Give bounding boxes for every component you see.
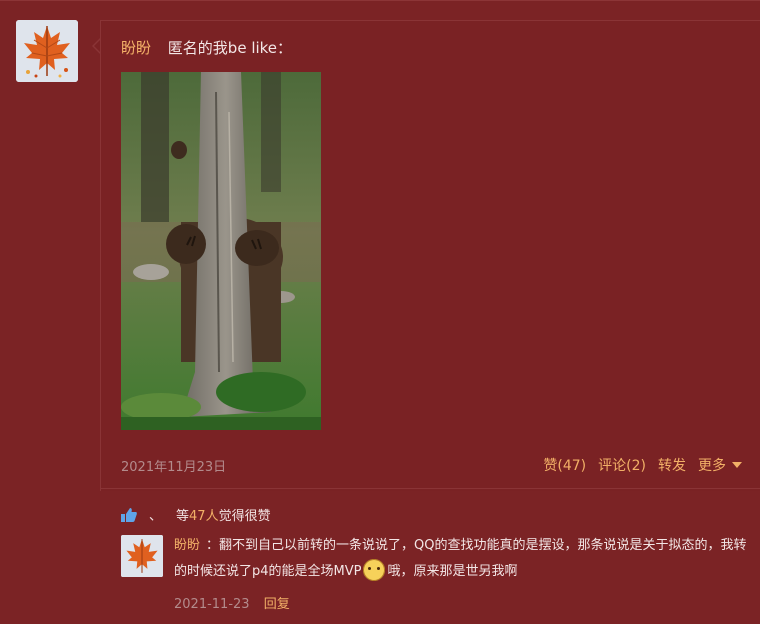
post-image[interactable] <box>121 72 321 430</box>
tiger-emoji-icon <box>363 559 386 581</box>
top-border <box>0 0 760 1</box>
comment-author-name[interactable]: 盼盼 <box>174 538 200 553</box>
likes-separator: 、 <box>149 509 163 524</box>
comment-body: 盼盼 ：翻不到自己以前转的一条说说了，QQ的查找功能真的是摆设，那条说说是关于拟态… <box>174 533 754 585</box>
card-caret-inner <box>94 40 100 52</box>
comment-button[interactable]: 评论(2) <box>598 455 646 475</box>
bear-behind-tree-photo <box>121 72 321 430</box>
post-author-name[interactable]: 盼盼 <box>121 39 151 57</box>
chevron-down-icon <box>732 462 742 468</box>
share-button[interactable]: 转发 <box>658 455 686 475</box>
post-text: 匿名的我be like： <box>167 39 293 57</box>
comment-text-part2: 哦，原来那是世另我啊 <box>387 564 518 579</box>
divider <box>101 488 760 489</box>
like-button[interactable]: 赞(47) <box>543 455 586 475</box>
post-date: 2021年11月23日 <box>121 460 227 475</box>
likes-prefix: 等 <box>176 509 190 524</box>
commenter-avatar[interactable] <box>121 535 163 577</box>
likes-count[interactable]: 47人 <box>189 505 219 524</box>
more-label: 更多 <box>698 458 726 474</box>
comment-meta: 2021-11-23 回复 <box>174 593 290 612</box>
likes-suffix: 觉得很赞 <box>218 509 271 524</box>
more-button[interactable]: 更多 <box>698 455 742 475</box>
post-actions: 赞(47) 评论(2) 转发 更多 <box>543 455 742 475</box>
comment-date: 2021-11-23 <box>174 597 250 612</box>
likes-summary: 、 等 47人 觉得很赞 <box>121 505 271 524</box>
reply-button[interactable]: 回复 <box>264 597 290 612</box>
thumbs-up-icon <box>121 507 137 522</box>
author-avatar[interactable] <box>16 20 78 82</box>
maple-leaf-icon <box>16 20 78 82</box>
post-header: 盼盼 匿名的我be like： <box>121 38 292 58</box>
maple-leaf-icon <box>121 535 163 577</box>
